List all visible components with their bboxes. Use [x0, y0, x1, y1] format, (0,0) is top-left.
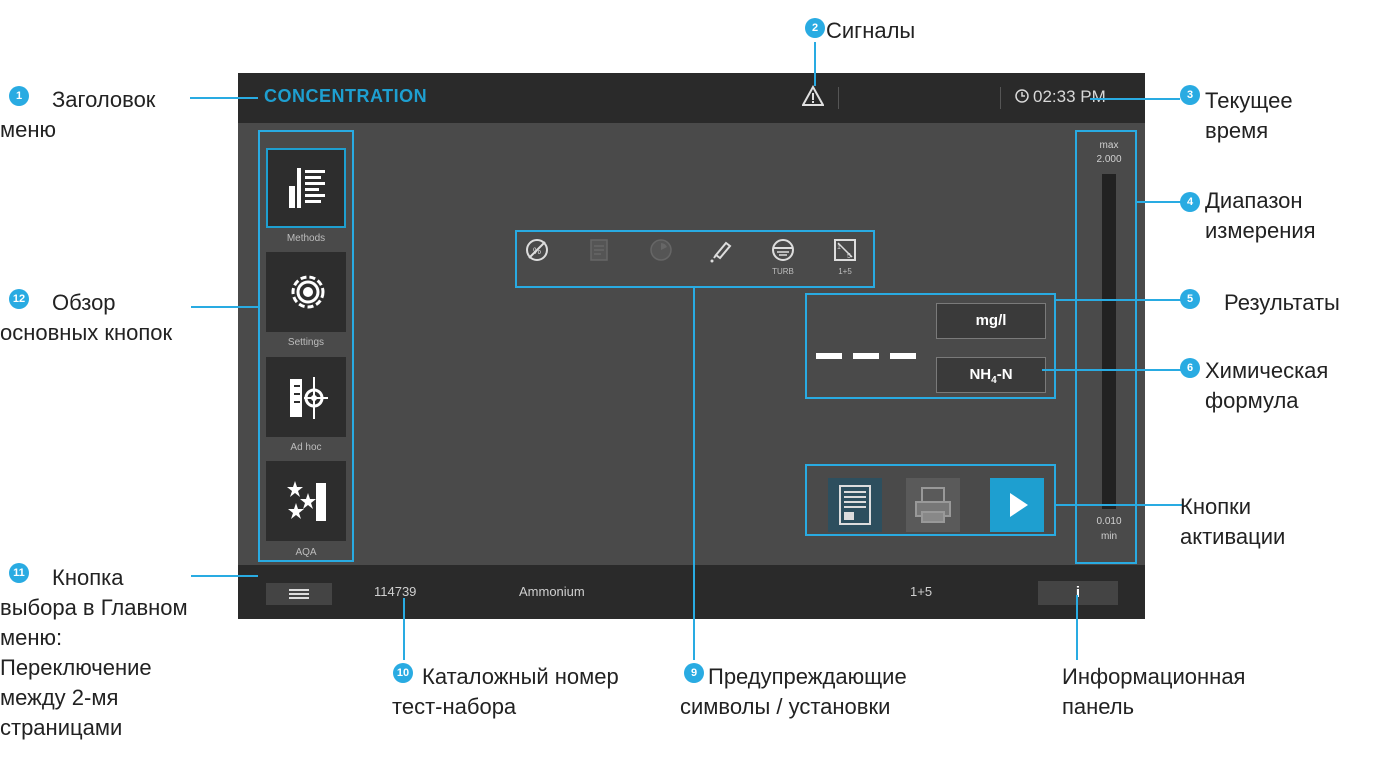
leader-line [1090, 98, 1180, 100]
info-button[interactable]: i [1038, 581, 1118, 605]
leader-line [190, 97, 258, 99]
annotation-signals: Сигналы [826, 18, 916, 43]
callout-badge-6: 6 [1180, 358, 1200, 378]
annotation-activation-buttons: Кнопки активации [1180, 494, 1286, 549]
leader-line [191, 306, 258, 308]
callout-badge-3: 3 [1180, 85, 1200, 105]
leader-line [1056, 299, 1182, 301]
menu-title: CONCENTRATION [264, 86, 428, 106]
annotation-catalog-number-text: Каталожный номер тест-набора [392, 664, 619, 719]
range-highlight-box [1075, 130, 1137, 564]
catalog-number: 114739 [374, 584, 417, 599]
annotation-menu-title: Заголовок меню [0, 85, 190, 145]
topbar-divider [1000, 87, 1001, 109]
leader-line [191, 575, 258, 577]
annotation-warning-symbols: Предупреждающие символы / установки [680, 662, 970, 722]
annotation-main-buttons: Обзор основных кнопок [0, 288, 180, 348]
clock-icon [1015, 89, 1029, 103]
leader-line [814, 42, 816, 86]
dilution-text: 1+5 [910, 584, 933, 599]
clock-text: 02:33 PM [1033, 87, 1106, 106]
leader-line [693, 288, 695, 660]
annotation-results: Результаты [1224, 290, 1340, 315]
main-menu-button[interactable] [266, 583, 332, 605]
annotation-main-menu-button-text: Кнопка выбора в Главном меню: Переключен… [0, 565, 188, 740]
leader-line [1042, 369, 1182, 371]
current-time: 02:33 PM [1015, 87, 1106, 107]
leader-line [1137, 201, 1182, 203]
callout-badge-5: 5 [1180, 289, 1200, 309]
annotation-main-menu-button: Кнопка выбора в Главном меню: Переключен… [0, 563, 190, 743]
topbar-divider [838, 87, 839, 109]
annotation-warning-symbols-text: Предупреждающие символы / установки [680, 664, 907, 719]
annotation-info-panel: Информационная панель [1062, 664, 1246, 719]
method-name: Ammonium [519, 584, 585, 599]
annotation-main-buttons-text: Обзор основных кнопок [0, 290, 173, 345]
activation-highlight-box [805, 464, 1056, 536]
warning-triangle-icon[interactable] [802, 85, 824, 107]
leader-line [1076, 595, 1078, 660]
annotation-catalog-number: Каталожный номер тест-набора [392, 662, 642, 722]
annotation-current-time: Текущее время [1205, 88, 1293, 143]
leader-line [403, 598, 405, 660]
result-highlight-box [805, 293, 1056, 399]
sidebar-highlight-box [258, 130, 354, 562]
callout-badge-2: 2 [805, 18, 825, 38]
annotation-measurement-range: Диапазон измерения [1205, 188, 1316, 243]
hamburger-line [289, 589, 309, 591]
annotation-menu-title-text: Заголовок меню [0, 87, 156, 142]
callout-badge-4: 4 [1180, 192, 1200, 212]
hamburger-line [289, 593, 309, 595]
hamburger-line [289, 597, 309, 599]
leader-line [1056, 504, 1182, 506]
annotation-chemical-formula: Химическая формула [1205, 358, 1329, 413]
settings-highlight-box [515, 230, 875, 288]
